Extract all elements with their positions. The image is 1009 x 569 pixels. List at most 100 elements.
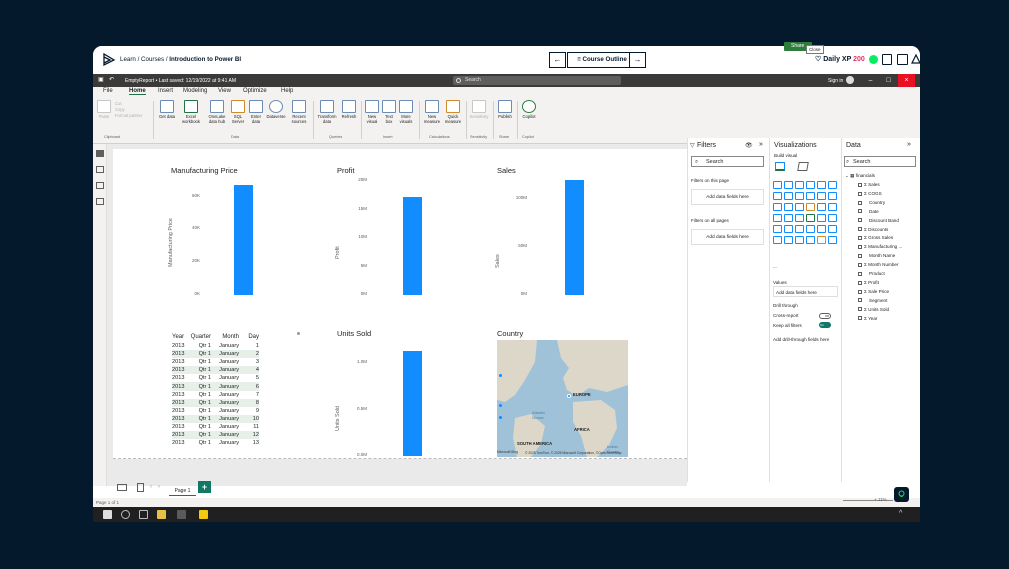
filters-page-dropzone[interactable]: Add data fields here <box>691 189 764 205</box>
map-point[interactable] <box>567 394 571 398</box>
visual-type-icon[interactable] <box>784 225 793 233</box>
table-row[interactable]: 2013 Qtr 1 January 1 <box>172 342 259 350</box>
data-search[interactable]: ⌕ Search <box>844 156 916 167</box>
onelake-button[interactable]: OneLake data hub <box>205 100 229 124</box>
chevron-up-icon[interactable]: ^ <box>899 510 902 517</box>
checkbox-icon[interactable] <box>858 218 862 223</box>
recent-sources-button[interactable]: Recent sources <box>289 100 309 124</box>
windows-start-icon[interactable] <box>103 510 112 519</box>
visual-type-icon[interactable] <box>784 192 793 200</box>
format-visual-icon[interactable] <box>797 162 809 171</box>
checkbox-icon[interactable] <box>858 200 862 205</box>
table-row[interactable]: 2013 Qtr 1 January 3 <box>172 358 259 366</box>
build-visual-icon[interactable] <box>775 162 785 171</box>
notes-icon[interactable] <box>882 54 892 65</box>
minimize-button[interactable]: – <box>862 74 879 87</box>
restore-button[interactable]: □ <box>880 74 897 87</box>
menu-insert[interactable]: Insert <box>158 88 173 94</box>
prev-page-icon[interactable]: ‹ <box>150 484 152 490</box>
report-view-icon[interactable] <box>96 150 104 157</box>
file-name[interactable]: EmptyReport • Last saved: 12/19/2022 at … <box>125 78 236 84</box>
visual-type-icon[interactable] <box>817 214 826 222</box>
transform-data-button[interactable]: Transform data <box>316 100 338 124</box>
undo-icon[interactable]: ↶ <box>109 76 114 83</box>
app-icon[interactable] <box>177 510 186 519</box>
table-row[interactable]: 2013 Qtr 1 January 9 <box>172 407 259 415</box>
bar[interactable] <box>565 180 584 295</box>
next-page-icon[interactable]: › <box>158 484 160 490</box>
table-row[interactable]: 2013 Qtr 1 January 4 <box>172 366 259 375</box>
checkbox-icon[interactable] <box>858 209 862 214</box>
visual-type-icon[interactable] <box>795 214 804 222</box>
breadcrumb-courses[interactable]: Courses <box>141 56 164 63</box>
visual-type-icon[interactable] <box>773 192 782 200</box>
data-field[interactable]: Σ Discounts <box>858 227 888 232</box>
save-icon[interactable]: ▣ <box>98 76 104 83</box>
table-row[interactable]: 2013 Qtr 1 January 8 <box>172 398 259 407</box>
visual-type-icon[interactable] <box>773 225 782 233</box>
table-row[interactable]: 2013 Qtr 1 January 10 <box>172 414 259 423</box>
visual-type-icon[interactable] <box>795 181 804 189</box>
collapse-icon[interactable]: » <box>759 141 763 148</box>
eye-icon[interactable]: 👁 <box>745 142 753 149</box>
data-field[interactable]: Σ COGS <box>858 191 882 196</box>
layout-icon[interactable] <box>897 54 908 65</box>
data-field[interactable]: Σ Gross Sales <box>858 235 893 240</box>
close-button[interactable]: × <box>898 74 915 87</box>
next-button[interactable]: → <box>629 52 646 68</box>
visual-type-icon[interactable] <box>773 214 782 222</box>
visual-type-icon[interactable] <box>795 203 804 211</box>
refresh-button[interactable]: Refresh <box>340 100 358 120</box>
checkbox-icon[interactable] <box>858 307 862 312</box>
data-field[interactable]: Country <box>858 200 885 205</box>
visual-type-icon[interactable] <box>828 192 837 200</box>
dataverse-button[interactable]: Dataverse <box>265 100 287 120</box>
visual-type-icon[interactable] <box>828 236 837 244</box>
visual-type-icon[interactable] <box>806 225 815 233</box>
data-field[interactable]: Product <box>858 271 885 276</box>
visual-type-icon[interactable] <box>806 192 815 200</box>
data-field[interactable]: Discount Band <box>858 218 899 223</box>
format-painter-button[interactable]: Format painter <box>115 113 142 119</box>
table-row[interactable]: 2013 Qtr 1 January 13 <box>172 439 259 447</box>
sign-in-link[interactable]: Sign in <box>828 78 843 84</box>
visual-type-icon[interactable] <box>784 203 793 211</box>
country-map[interactable]: EUROPE AFRICA SOUTH AMERICA Atlantic Oce… <box>497 340 628 457</box>
breadcrumb-course[interactable]: Introduction to Power BI <box>169 56 241 63</box>
bar[interactable] <box>403 351 422 456</box>
data-field[interactable]: Segment <box>858 298 887 303</box>
visual-type-icon[interactable] <box>806 181 815 189</box>
model-view-icon[interactable] <box>96 182 104 189</box>
search-input[interactable]: Search <box>453 76 621 85</box>
table-financials[interactable]: ⌄ ▦ financials <box>845 173 875 179</box>
visual-type-icon[interactable] <box>817 203 826 211</box>
publish-button[interactable]: Publish <box>496 100 514 120</box>
visual-type-icon[interactable] <box>828 203 837 211</box>
sql-server-button[interactable]: SQL Server <box>230 100 246 124</box>
tab-page-1[interactable]: Page 1 <box>169 486 196 496</box>
checkbox-icon[interactable] <box>858 289 862 294</box>
checkbox-icon[interactable] <box>858 316 862 321</box>
quick-measure-button[interactable]: Quick measure <box>443 100 463 124</box>
visual-type-icon[interactable] <box>806 236 815 244</box>
menu-home[interactable]: Home <box>129 88 146 95</box>
visual-type-icon[interactable] <box>817 225 826 233</box>
data-field[interactable]: Σ Units Sold <box>858 307 889 312</box>
visual-handle-icon[interactable] <box>297 332 300 335</box>
visual-type-icon[interactable] <box>817 192 826 200</box>
data-field[interactable]: Σ Sales <box>858 182 880 187</box>
visual-type-icon[interactable] <box>817 181 826 189</box>
more-visuals-button[interactable]: More visuals <box>397 100 415 124</box>
map-point[interactable] <box>499 416 502 419</box>
warning-icon[interactable] <box>911 54 920 64</box>
menu-file[interactable]: File <box>103 88 113 94</box>
checkbox-icon[interactable] <box>858 227 862 232</box>
cross-report-toggle[interactable]: Off <box>819 313 831 319</box>
enter-data-button[interactable]: Enter data <box>248 100 264 124</box>
table-row[interactable]: 2013 Qtr 1 January 11 <box>172 423 259 431</box>
visual-type-icon[interactable] <box>806 203 815 211</box>
breadcrumb-learn[interactable]: Learn <box>120 56 136 63</box>
data-field[interactable]: Σ Year <box>858 316 877 321</box>
previous-button[interactable]: ← <box>549 52 566 68</box>
visual-type-icon[interactable] <box>806 214 815 222</box>
